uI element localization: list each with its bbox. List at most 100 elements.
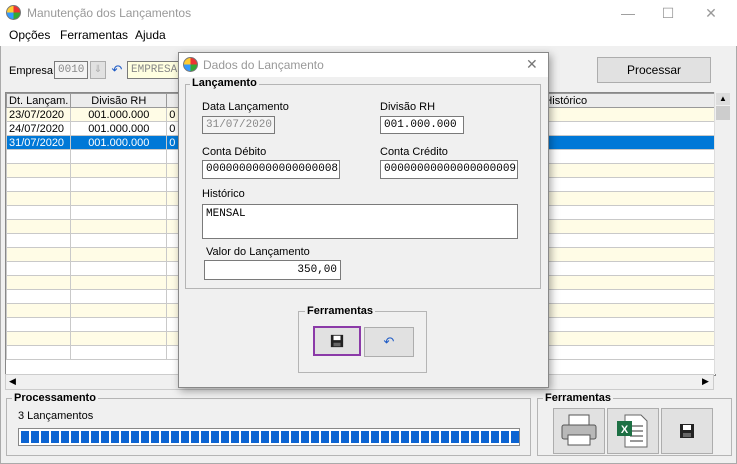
scroll-right-icon[interactable]: ▶ [702,376,709,387]
dialog-save-button[interactable] [313,326,361,356]
progress-segment [291,431,299,443]
table-cell[interactable] [539,121,715,136]
table-cell[interactable] [70,233,168,248]
table-cell[interactable] [70,205,168,220]
divisao-rh-label: Divisão RH [380,101,436,113]
table-cell[interactable] [70,345,168,360]
table-cell[interactable] [539,317,715,332]
progress-segment [461,431,469,443]
table-cell[interactable] [70,247,168,262]
data-lancamento-field[interactable]: 31/07/2020 [202,116,275,134]
table-cell[interactable] [6,345,72,360]
menu-ajuda[interactable]: Ajuda [135,28,166,42]
table-cell[interactable] [6,219,72,234]
table-cell[interactable] [6,177,72,192]
valor-lancamento-field[interactable]: 350,00 [204,260,341,280]
progress-segment [311,431,319,443]
header-divisao-rh[interactable]: Divisão RH [70,93,168,108]
scroll-left-icon[interactable]: ◀ [9,376,16,387]
menu-ferramentas[interactable]: Ferramentas [60,28,128,42]
table-cell[interactable] [539,345,715,360]
dialog-close-icon[interactable]: ✕ [526,56,538,73]
table-cell[interactable] [70,177,168,192]
table-cell[interactable] [6,163,72,178]
table-cell[interactable] [6,275,72,290]
minimize-button[interactable]: — [611,3,645,23]
progress-segment [71,431,79,443]
table-cell[interactable]: 001.000.000 [70,135,168,150]
historico-label: Histórico [202,188,245,200]
table-cell[interactable] [539,191,715,206]
table-cell[interactable] [539,135,715,150]
table-cell[interactable] [539,331,715,346]
empresa-lookup-button[interactable]: ⇓ [90,61,106,79]
menu-opcoes[interactable]: Opções [9,28,50,42]
window-title: Manutenção dos Lançamentos [27,6,192,20]
table-cell[interactable] [70,261,168,276]
grid-vertical-scrollbar[interactable]: ▲ [714,92,732,374]
table-cell[interactable]: 001.000.000 [70,121,168,136]
table-cell[interactable] [70,191,168,206]
maximize-button[interactable]: ☐ [651,3,685,23]
table-cell[interactable] [6,331,72,346]
table-cell[interactable] [6,205,72,220]
table-cell[interactable] [6,247,72,262]
table-cell[interactable] [539,205,715,220]
close-button[interactable]: ✕ [694,3,728,23]
table-cell[interactable] [70,317,168,332]
table-cell[interactable] [6,191,72,206]
table-cell[interactable] [70,303,168,318]
table-cell[interactable] [70,163,168,178]
table-cell[interactable] [539,233,715,248]
table-cell[interactable] [70,275,168,290]
scroll-up-icon[interactable]: ▲ [716,93,730,105]
scroll-thumb[interactable] [716,106,730,120]
table-cell[interactable] [6,303,72,318]
table-cell[interactable]: 23/07/2020 [6,107,72,122]
table-cell[interactable] [539,149,715,164]
table-cell[interactable] [70,149,168,164]
table-cell[interactable]: 24/07/2020 [6,121,72,136]
progress-segment [41,431,49,443]
save-icon [330,334,344,348]
table-cell[interactable] [6,149,72,164]
dialog-undo-button[interactable]: ↶ [364,327,414,357]
empresa-code-field[interactable]: 0010 [54,61,88,79]
table-cell[interactable] [6,233,72,248]
table-cell[interactable] [70,289,168,304]
valor-lancamento-label: Valor do Lançamento [206,246,310,258]
table-cell[interactable] [70,331,168,346]
conta-credito-field[interactable]: 00000000000000000009 [380,160,518,179]
table-cell[interactable]: 001.000.000 [70,107,168,122]
processamento-title: Processamento [12,392,98,404]
table-cell[interactable] [539,107,715,122]
table-cell[interactable] [539,219,715,234]
progress-segment [341,431,349,443]
table-cell[interactable] [539,247,715,262]
table-cell[interactable] [539,177,715,192]
divisao-rh-field[interactable]: 001.000.000 [380,116,464,134]
progress-segment [431,431,439,443]
table-cell[interactable]: 31/07/2020 [6,135,72,150]
table-cell[interactable] [539,289,715,304]
table-cell[interactable] [6,289,72,304]
processar-button[interactable]: Processar [597,57,711,83]
table-cell[interactable] [539,261,715,276]
header-dt-lancam[interactable]: Dt. Lançam. [6,93,72,108]
historico-field[interactable]: MENSAL [202,204,518,239]
conta-debito-field[interactable]: 00000000000000000008 [202,160,340,179]
dialog-title-bar: Dados do Lançamento ✕ [179,53,548,77]
table-cell[interactable] [539,163,715,178]
table-cell[interactable] [539,303,715,318]
table-cell[interactable] [539,275,715,290]
table-cell[interactable] [6,317,72,332]
menu-bar: Opções Ferramentas Ajuda [0,26,737,46]
export-excel-button[interactable]: X [607,408,659,454]
print-button[interactable] [553,408,605,454]
table-cell[interactable] [70,219,168,234]
empresa-undo-button[interactable]: ↶ [109,61,125,79]
table-cell[interactable] [6,261,72,276]
progress-segment [481,431,489,443]
save-main-button[interactable] [661,408,713,454]
header-historico[interactable]: Histórico [539,93,715,108]
